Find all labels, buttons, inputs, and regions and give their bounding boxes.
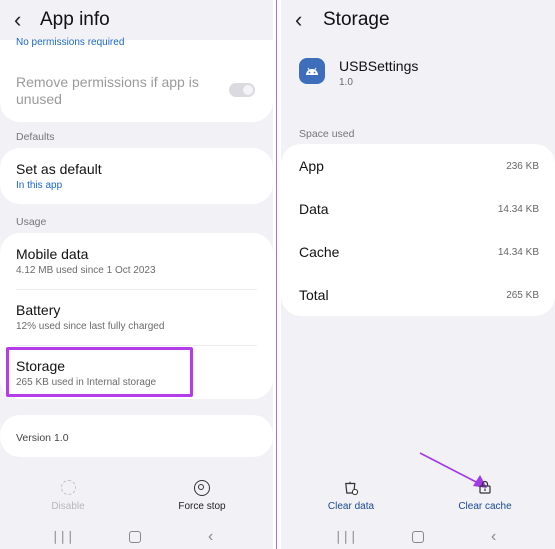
force-stop-label: Force stop [178, 501, 226, 512]
panel-gap [273, 0, 281, 549]
storage-screen: ‹ Storage USBSettings 1.0 Space used App… [281, 0, 555, 549]
defaults-section-label: Defaults [16, 131, 55, 143]
disable-button[interactable]: Disable [28, 480, 108, 512]
clear-cache-label: Clear cache [458, 501, 512, 512]
mobile-data-title: Mobile data [16, 246, 89, 262]
row-label: App [299, 158, 324, 174]
row-value: 14.34 KB [497, 247, 539, 258]
recents-icon[interactable]: ∣∣∣ [335, 529, 358, 545]
storage-row-data: Data 14.34 KB [299, 201, 539, 221]
clear-cache-button[interactable]: Clear cache [447, 480, 523, 512]
version-label: Version 1.0 [16, 432, 69, 444]
storage-row-cache: Cache 14.34 KB [299, 244, 539, 264]
storage-row-total: Total 265 KB [299, 287, 539, 307]
permissions-card: No permissions required Remove permissio… [0, 37, 273, 122]
android-app-icon [299, 58, 325, 84]
back-nav-icon[interactable]: ‹ [208, 529, 213, 545]
clipped-permissions-text: No permissions required [16, 37, 125, 48]
set-default-title: Set as default [16, 161, 102, 177]
row-label: Cache [299, 244, 340, 260]
set-default-sub: In this app [16, 180, 63, 191]
home-icon[interactable] [412, 531, 424, 543]
force-stop-button[interactable]: Force stop [162, 480, 242, 512]
set-default-card[interactable]: Set as default In this app [0, 148, 273, 204]
app-info-screen: ‹ App info No permissions required Remov… [0, 0, 273, 549]
back-icon[interactable]: ‹ [14, 9, 21, 31]
clear-cache-icon [479, 480, 491, 494]
row-value: 14.34 KB [497, 204, 539, 215]
battery-item[interactable]: Battery 12% used since last fully charge… [0, 289, 273, 345]
storage-row-app: App 236 KB [299, 158, 539, 178]
back-nav-icon[interactable]: ‹ [491, 529, 496, 545]
app-version: 1.0 [339, 77, 353, 88]
remove-permissions-toggle[interactable] [229, 83, 255, 97]
clear-data-button[interactable]: Clear data [313, 480, 389, 512]
clear-data-icon [345, 481, 359, 496]
page-title: Storage [323, 9, 390, 30]
navigation-bar: ∣∣∣ ‹ [0, 527, 273, 549]
remove-permissions-label: Remove permissions if app is unused [16, 74, 199, 107]
storage-highlight-box [6, 347, 193, 397]
battery-sub: 12% used since last fully charged [16, 321, 165, 332]
navigation-bar: ∣∣∣ ‹ [281, 527, 555, 549]
disable-label: Disable [51, 501, 85, 512]
mobile-data-item[interactable]: Mobile data 4.12 MB used since 1 Oct 202… [0, 233, 273, 289]
storage-header: ‹ Storage [281, 0, 555, 42]
row-label: Data [299, 201, 329, 217]
clear-data-label: Clear data [327, 501, 375, 512]
row-value: 236 KB [506, 161, 539, 172]
version-card: Version 1.0 [0, 415, 273, 457]
battery-title: Battery [16, 302, 61, 318]
home-icon[interactable] [129, 531, 141, 543]
force-stop-icon [194, 480, 210, 496]
usage-section-label: Usage [16, 216, 47, 228]
disable-icon [60, 480, 76, 495]
back-icon[interactable]: ‹ [295, 9, 302, 31]
recents-icon[interactable]: ∣∣∣ [52, 529, 75, 545]
page-title: App info [40, 9, 110, 30]
app-info-header: ‹ App info [0, 0, 273, 42]
space-used-section-label: Space used [299, 128, 355, 140]
row-label: Total [299, 287, 329, 303]
panel-divider [276, 0, 277, 549]
app-name: USBSettings [339, 58, 419, 74]
space-used-card: App 236 KB Data 14.34 KB Cache 14.34 KB … [281, 144, 555, 316]
row-value: 265 KB [506, 290, 539, 301]
mobile-data-sub: 4.12 MB used since 1 Oct 2023 [16, 265, 156, 276]
